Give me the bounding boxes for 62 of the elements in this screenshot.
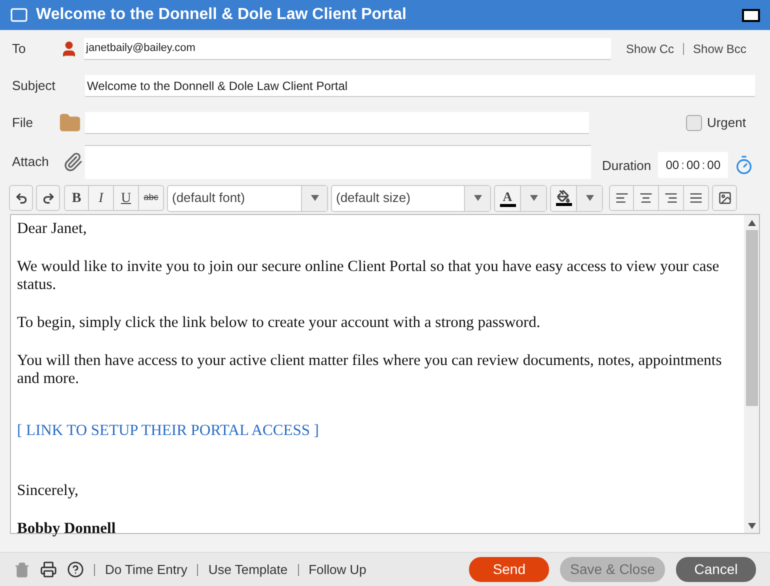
window-title: Welcome to the Donnell & Dole Law Client Portal [36, 5, 406, 25]
undo-button[interactable] [9, 185, 33, 211]
body-paragraph: Dear Janet, [17, 220, 88, 238]
to-field[interactable]: janetbaily@bailey.com [84, 38, 611, 60]
align-button[interactable] [684, 185, 709, 211]
field-label: Subject [12, 78, 56, 93]
field-label: File [12, 115, 33, 130]
action-button[interactable]: Send [469, 557, 550, 582]
highlight-button[interactable] [550, 184, 603, 212]
italic-button[interactable]: I [89, 185, 114, 211]
folder-icon [59, 112, 81, 134]
body-paragraph: You will then have access to your active client matter files where you can review documents, notes, appointments and more. [17, 352, 723, 388]
align-icon [689, 191, 703, 205]
redo-button[interactable] [36, 185, 60, 211]
print-icon[interactable] [40, 561, 57, 578]
scrollbar[interactable] [744, 215, 759, 533]
paint-bucket-icon [557, 190, 570, 203]
paperclip-icon [63, 152, 83, 172]
align-button[interactable] [609, 185, 634, 211]
signature: Bobby Donnell [17, 520, 117, 538]
body-paragraph: Sincerely, [17, 482, 80, 500]
redo-icon [42, 192, 54, 204]
person-icon [60, 40, 78, 58]
footer-link[interactable]: Use Template [208, 560, 288, 580]
bold-button[interactable]: B [64, 185, 89, 211]
show-cc-link[interactable]: Show Cc [626, 40, 674, 58]
time-separator: : [702, 157, 706, 174]
scroll-down-arrow-icon[interactable] [748, 523, 756, 529]
field-label: Urgent [706, 114, 746, 132]
subject-field[interactable]: Welcome to the Donnell & Dole Law Client Portal [85, 75, 755, 97]
strikethrough-button[interactable]: abc [139, 185, 164, 211]
align-icon [664, 191, 678, 205]
field-label: To [12, 41, 26, 56]
body-paragraph: We would like to invite you to join our secure online Client Portal so that you have easy access to view your case status. [17, 258, 720, 294]
underline-button[interactable]: U [114, 185, 139, 211]
stopwatch-icon[interactable] [734, 155, 754, 175]
file-field[interactable] [85, 112, 589, 134]
urgent-checkbox[interactable] [686, 115, 702, 131]
action-button[interactable]: Cancel [676, 557, 756, 582]
footer-link[interactable]: Do Time Entry [105, 560, 188, 580]
size-select[interactable]: (default size) [331, 184, 491, 212]
help-icon[interactable] [67, 561, 84, 578]
undo-icon [14, 192, 28, 204]
time-separator: : [681, 157, 684, 174]
duration-field[interactable]: 00 : 00 : 00 [658, 152, 728, 178]
align-icon [614, 191, 628, 205]
image-icon [718, 191, 732, 205]
align-icon [639, 191, 653, 205]
align-button[interactable] [659, 185, 684, 211]
field-label: Attach [12, 154, 49, 169]
body-paragraph: To begin, simply click the link below to create your account with a strong password. [17, 314, 542, 332]
footer-link[interactable]: Follow Up [308, 560, 366, 580]
insert-image-button[interactable] [712, 185, 737, 211]
scroll-up-arrow-icon[interactable] [748, 220, 756, 226]
field-label: Duration [602, 158, 652, 173]
maximize-button[interactable] [742, 8, 760, 22]
font-color-button[interactable]: A [494, 184, 547, 212]
portal-link[interactable]: [ LINK TO SETUP THEIR PORTAL ACCESS ] [17, 422, 724, 440]
font-select[interactable]: (default font) [167, 184, 328, 212]
align-button[interactable] [634, 185, 659, 211]
attach-field[interactable] [85, 145, 591, 179]
show-bcc-link[interactable]: Show Bcc [693, 40, 746, 58]
